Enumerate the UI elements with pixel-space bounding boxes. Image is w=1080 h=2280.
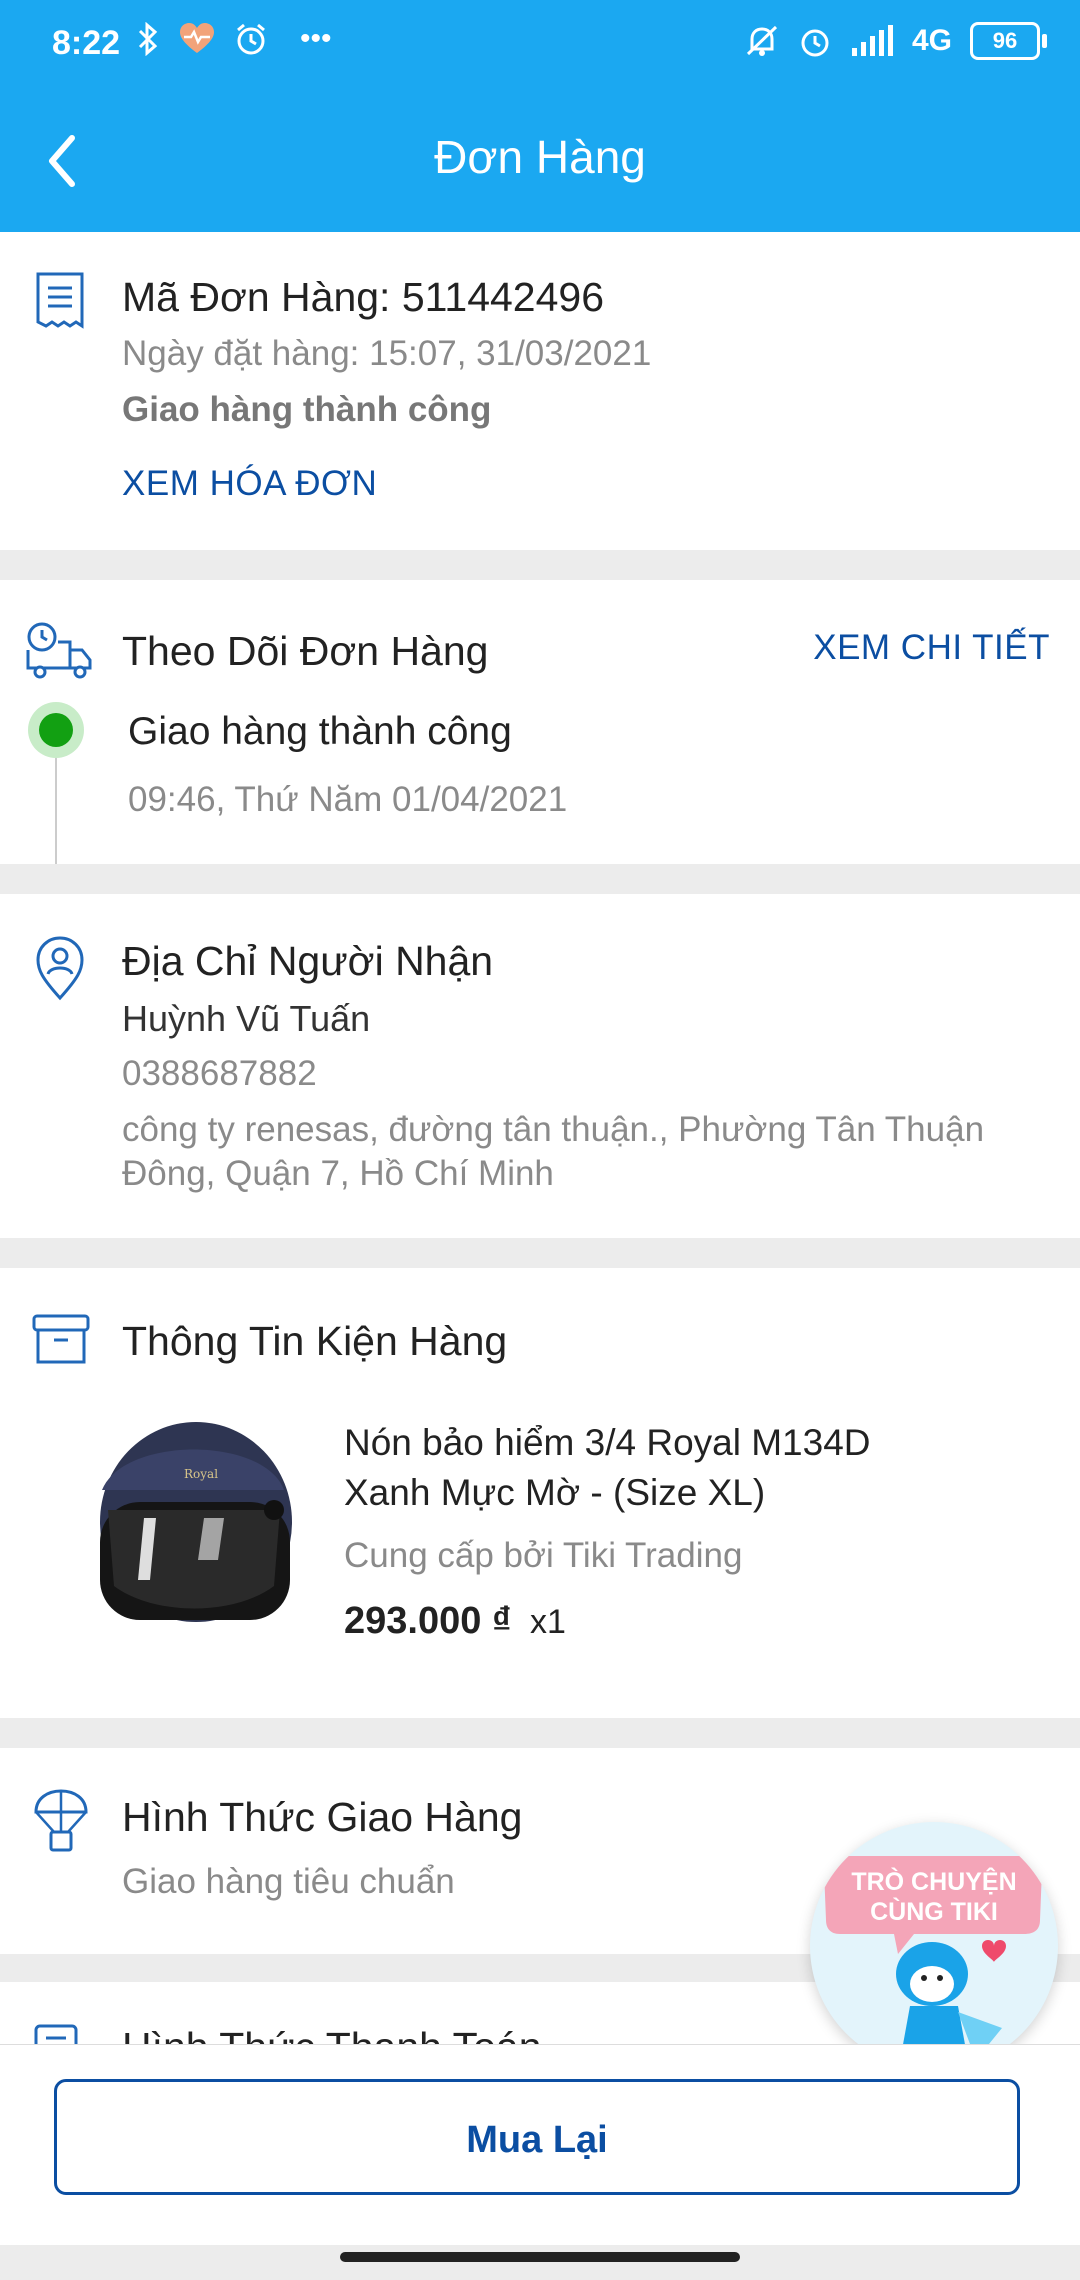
app-bar: Đơn Hàng <box>0 88 1080 232</box>
more-notifications-icon: ••• <box>300 22 332 55</box>
alarm-icon <box>237 23 265 55</box>
recipient-card: Địa Chỉ Người Nhận Huỳnh Vũ Tuấn 0388687… <box>0 894 1080 1238</box>
recipient-name: Huỳnh Vũ Tuấn <box>122 998 371 1039</box>
tracking-event-time: 09:46, Thứ Năm 01/04/2021 <box>128 780 568 819</box>
receipt-icon <box>36 272 84 329</box>
svg-text:Royal: Royal <box>184 1467 218 1481</box>
package-box-icon <box>32 1314 90 1364</box>
chat-label-line2: CÙNG TIKI <box>870 1898 998 1926</box>
page-title: Đơn Hàng <box>434 131 646 183</box>
view-invoice-link[interactable]: XEM HÓA ĐƠN <box>122 464 377 504</box>
shipping-title: Hình Thức Giao Hàng <box>122 1794 523 1840</box>
tracking-event-status: Giao hàng thành công <box>128 710 512 753</box>
package-card: Thông Tin Kiện Hàng Royal Nón bảo hiểm 3… <box>0 1268 1080 1718</box>
product-seller: Cung cấp bởi Tiki Trading <box>344 1536 743 1575</box>
chat-label-line1: TRÒ CHUYỆN <box>851 1868 1017 1896</box>
alarm-icon-right <box>801 29 829 57</box>
mute-bell-icon <box>746 25 778 56</box>
recipient-address: công ty renesas, đường tân thuận., Phườn… <box>122 1110 985 1193</box>
order-code: Mã Đơn Hàng: 511442496 <box>122 274 605 320</box>
order-summary-card: Mã Đơn Hàng: 511442496 Ngày đặt hàng: 15… <box>0 232 1080 550</box>
package-title: Thông Tin Kiện Hàng <box>122 1318 508 1364</box>
bluetooth-icon <box>138 22 158 56</box>
buy-again-button[interactable]: Mua Lại <box>54 2079 1020 2195</box>
home-indicator[interactable] <box>340 2252 740 2262</box>
network-type: 4G <box>911 24 952 57</box>
battery-icon: 96 <box>970 22 1047 60</box>
product-price-row: 293.000 ₫ x1 <box>344 1600 566 1643</box>
health-heart-icon <box>180 23 214 53</box>
parachute-delivery-icon <box>34 1789 88 1852</box>
location-pin-icon <box>36 936 84 1001</box>
delivery-truck-icon <box>26 622 92 679</box>
timeline-dot <box>28 702 84 758</box>
status-right-icons: 4G 96 <box>744 22 1047 60</box>
tracking-card: Theo Dõi Đơn Hàng XEM CHI TIẾT Giao hàng… <box>0 580 1080 864</box>
signal-icon <box>851 25 893 56</box>
shipping-method: Giao hàng tiêu chuẩn <box>122 1862 455 1901</box>
tracking-title: Theo Dõi Đơn Hàng <box>122 628 489 674</box>
recipient-title: Địa Chỉ Người Nhận <box>122 938 494 984</box>
status-left-icons: ••• <box>136 22 332 56</box>
product-quantity: x1 <box>529 1603 566 1641</box>
status-time: 8:22 <box>52 24 121 62</box>
product-image[interactable]: Royal <box>84 1410 302 1626</box>
product-name[interactable]: Nón bảo hiểm 3/4 Royal M134D Xanh Mực Mờ… <box>344 1418 964 1518</box>
bottom-action-bar: Mua Lại <box>0 2044 1080 2245</box>
chat-with-tiki-button[interactable]: TRÒ CHUYỆN CÙNG TIKI <box>810 1822 1058 2070</box>
status-bar: 8:22 ••• 4G 96 <box>0 0 1080 88</box>
recipient-phone: 0388687882 <box>122 1054 317 1093</box>
product-price: 293.000 ₫ <box>344 1600 512 1642</box>
order-status: Giao hàng thành công <box>122 390 492 429</box>
order-date: Ngày đặt hàng: 15:07, 31/03/2021 <box>122 334 652 373</box>
view-detail-link[interactable]: XEM CHI TIẾT <box>813 628 1050 668</box>
